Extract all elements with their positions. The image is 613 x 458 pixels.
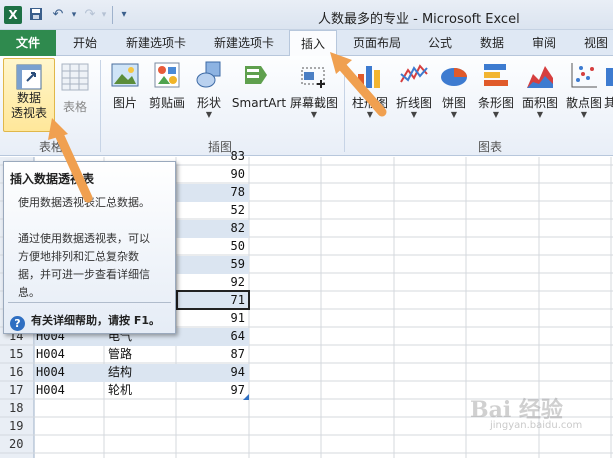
annotation-arrows xyxy=(48,52,387,203)
watermark-url: jingyan.baidu.com xyxy=(490,420,583,431)
arrow-to-pivot-table-icon xyxy=(48,118,93,203)
arrow-to-insert-tab-icon xyxy=(330,52,387,117)
